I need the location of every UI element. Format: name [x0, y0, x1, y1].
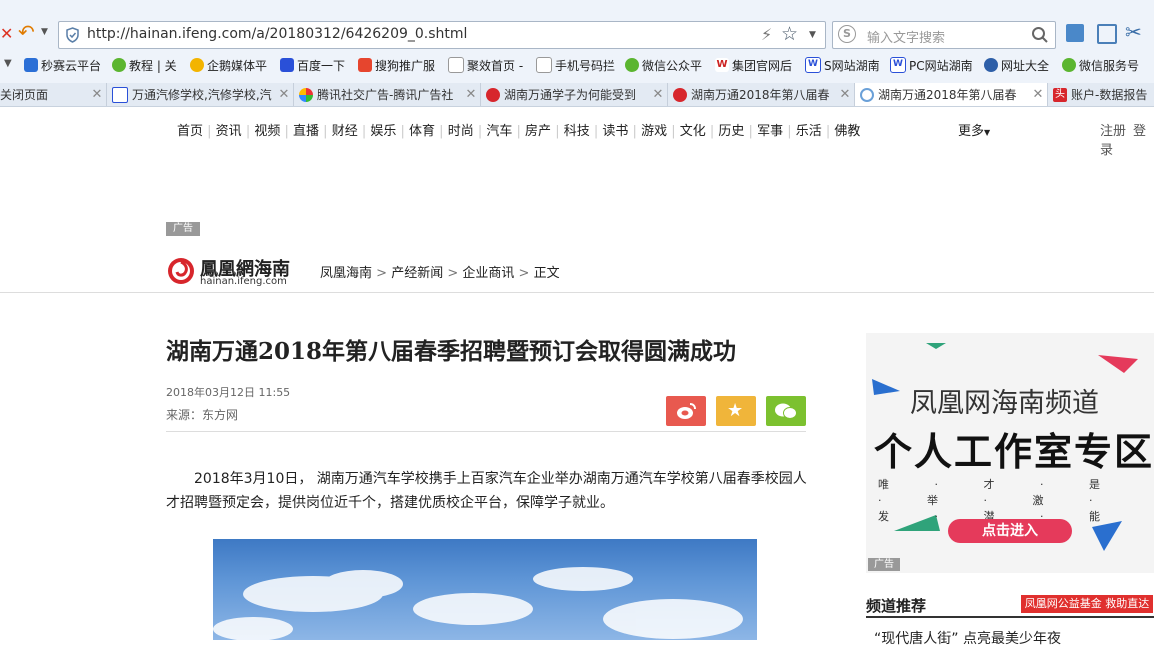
wechat-icon	[775, 403, 797, 419]
nav-item[interactable]: 游戏	[641, 124, 667, 139]
nav-item[interactable]: 直播	[293, 124, 319, 139]
article-source: 来源：东方网	[166, 408, 239, 422]
bookmark-item[interactable]: 企鹅媒体平	[190, 56, 267, 74]
wechat-share-button[interactable]	[766, 396, 806, 426]
nav-item[interactable]: 历史	[718, 124, 744, 139]
breadcrumb: 凤凰海南 > 产经新闻 > 企业商讯 > 正文	[320, 266, 560, 281]
article-photo	[213, 539, 757, 640]
search-engine-icon[interactable]: S	[838, 25, 856, 43]
breadcrumb-item[interactable]: 凤凰海南	[320, 266, 372, 281]
browser-tab[interactable]: 腾讯社交广告-腾讯广告社 ✕	[294, 83, 481, 106]
close-icon[interactable]: ✕	[462, 87, 480, 102]
ad-title: 凤凰网海南频道	[910, 388, 1099, 419]
nav-item[interactable]: 时尚	[448, 124, 474, 139]
bookmark-item[interactable]: 手机号码拦	[536, 56, 615, 74]
bookmark-item[interactable]: 搜狗推广服	[358, 56, 435, 74]
nav-item[interactable]: 资讯	[216, 124, 242, 139]
browser-tab[interactable]: 湖南万通学子为何能受到 ✕	[481, 83, 668, 106]
bookmark-item[interactable]: 秒赛云平台	[24, 56, 101, 74]
nav-item[interactable]: 体育	[409, 124, 435, 139]
channel-recommend-title: 频道推荐	[866, 597, 927, 615]
bookmark-item[interactable]: 百度一下	[280, 56, 345, 74]
nav-item[interactable]: 乐活	[796, 124, 822, 139]
charity-fund-button[interactable]: 凤凰网公益基金 救助直达	[1021, 595, 1153, 613]
nav-item[interactable]: 佛教	[834, 124, 860, 139]
nav-item[interactable]: 财经	[332, 124, 358, 139]
nav-item[interactable]: 房产	[525, 124, 551, 139]
nav-item[interactable]: 文化	[680, 124, 706, 139]
bookmark-item[interactable]: W PC网站湖南	[890, 56, 973, 74]
bookmark-item[interactable]: 教程 | 关	[112, 56, 177, 74]
ad-headline: 个人工作室专区	[874, 430, 1154, 474]
nav-item[interactable]: 娱乐	[370, 124, 396, 139]
sky-clouds-image	[213, 567, 743, 640]
chevron-down-icon[interactable]: ▼	[4, 58, 12, 69]
chevron-down-icon[interactable]: ▼	[41, 27, 48, 37]
ad-tag: 广告	[868, 558, 900, 571]
article-date: 2018年03月12日 11:55	[166, 386, 291, 399]
browser-tab-active[interactable]: 湖南万通2018年第八届春 ✕	[855, 83, 1048, 106]
breadcrumb-item[interactable]: 产经新闻	[391, 266, 443, 281]
breadcrumb-item: 正文	[533, 266, 560, 281]
close-icon[interactable]: ✕	[275, 87, 293, 102]
browser-tab[interactable]: 湖南万通2018年第八届春 ✕	[668, 83, 855, 106]
bookmark-item[interactable]: 微信服务号	[1062, 56, 1139, 74]
ifeng-logo[interactable]: 鳳凰網海南 hainan.ifeng.com	[166, 255, 311, 287]
browser-tab[interactable]: 万通汽修学校,汽修学校,汽 ✕	[107, 83, 294, 106]
close-icon[interactable]: ✕	[836, 87, 854, 102]
nav-item[interactable]: 读书	[602, 124, 628, 139]
nav-item[interactable]: 军事	[757, 124, 783, 139]
star-icon[interactable]: ☆	[781, 23, 798, 45]
register-link[interactable]: 注册 登录	[1100, 120, 1154, 158]
nav-item[interactable]: 首页	[177, 124, 203, 139]
bookmark-item[interactable]: 聚效首页 -	[448, 56, 523, 74]
close-icon[interactable]: ✕	[1029, 87, 1047, 102]
breadcrumb-item[interactable]: 企业商讯	[462, 266, 514, 281]
search-input[interactable]: 输入文字搜索	[867, 27, 945, 46]
article-paragraph: 2018年3月10日， 湖南万通汽车学校携手上百家汽车企业举办湖南万通汽车学校第…	[166, 471, 807, 511]
browser-chrome: ✕ ↶ ▼ http://hainan.ifeng.com/a/20180312…	[0, 0, 1154, 107]
ad-enter-button[interactable]: 点击进入	[948, 519, 1072, 543]
lightning-icon[interactable]: ⚡	[761, 25, 772, 44]
browser-tab[interactable]: 头账户-数据报告	[1048, 83, 1154, 106]
close-icon[interactable]: ✕	[0, 24, 13, 43]
address-bar[interactable]: http://hainan.ifeng.com/a/20180312/64262…	[58, 21, 826, 49]
star-icon: ★	[727, 400, 744, 421]
browser-tab[interactable]: 关闭页面 ✕	[0, 83, 107, 106]
site-nav: 首页 | 资讯 | 视频 | 直播 | 财经 | 娱乐 | 体育 | 时尚 | …	[177, 124, 861, 139]
nav-item[interactable]: 科技	[564, 124, 590, 139]
search-icon[interactable]	[1031, 26, 1049, 44]
bookmark-item[interactable]: 微信公众平	[625, 56, 702, 74]
login-icon[interactable]	[1066, 24, 1084, 42]
logo-domain: hainan.ifeng.com	[200, 276, 287, 287]
close-icon[interactable]: ✕	[649, 87, 667, 102]
ad-tag: 广告	[166, 222, 200, 236]
chevron-down-icon: ▼	[984, 128, 991, 137]
right-ad-banner[interactable]: 凤凰网海南频道 个人工作室专区 唯 · 才 · 是 · 举 · 激 · 发 · …	[866, 333, 1154, 573]
chevron-down-icon[interactable]: ▼	[809, 30, 816, 40]
recommend-item[interactable]: “现代唐人街” 点亮最美少年夜	[874, 628, 1061, 648]
tools-icon[interactable]: ✂	[1125, 20, 1142, 44]
ad-subtitle: 唯 · 才 · 是 · 举 · 激 · 发 · 潜 · 能	[878, 478, 1121, 523]
weibo-share-button[interactable]	[666, 396, 706, 426]
divider	[0, 292, 1154, 293]
bookmark-item[interactable]: W S网站湖南	[805, 56, 880, 74]
undo-icon[interactable]: ↶	[18, 20, 35, 44]
window-icon[interactable]	[1097, 24, 1117, 44]
favorite-button[interactable]: ★	[716, 396, 756, 426]
search-box[interactable]: S 输入文字搜索	[832, 21, 1056, 49]
bookmark-item[interactable]: 网址大全	[984, 56, 1049, 74]
nav-item[interactable]: 汽车	[486, 124, 512, 139]
shield-icon	[66, 27, 79, 43]
divider	[166, 431, 806, 432]
bookmark-item[interactable]: W 集团官网后	[715, 56, 792, 74]
url-text[interactable]: http://hainan.ifeng.com/a/20180312/64262…	[87, 26, 467, 42]
phoenix-logo-icon	[168, 258, 194, 284]
weibo-icon	[677, 403, 696, 419]
divider	[866, 616, 1154, 618]
article-title: 湖南万通2018年第八届春季招聘暨预订会取得圆满成功	[166, 338, 737, 365]
nav-more[interactable]: 更多▼	[958, 120, 990, 139]
close-icon[interactable]: ✕	[88, 87, 106, 102]
nav-item[interactable]: 视频	[254, 124, 280, 139]
